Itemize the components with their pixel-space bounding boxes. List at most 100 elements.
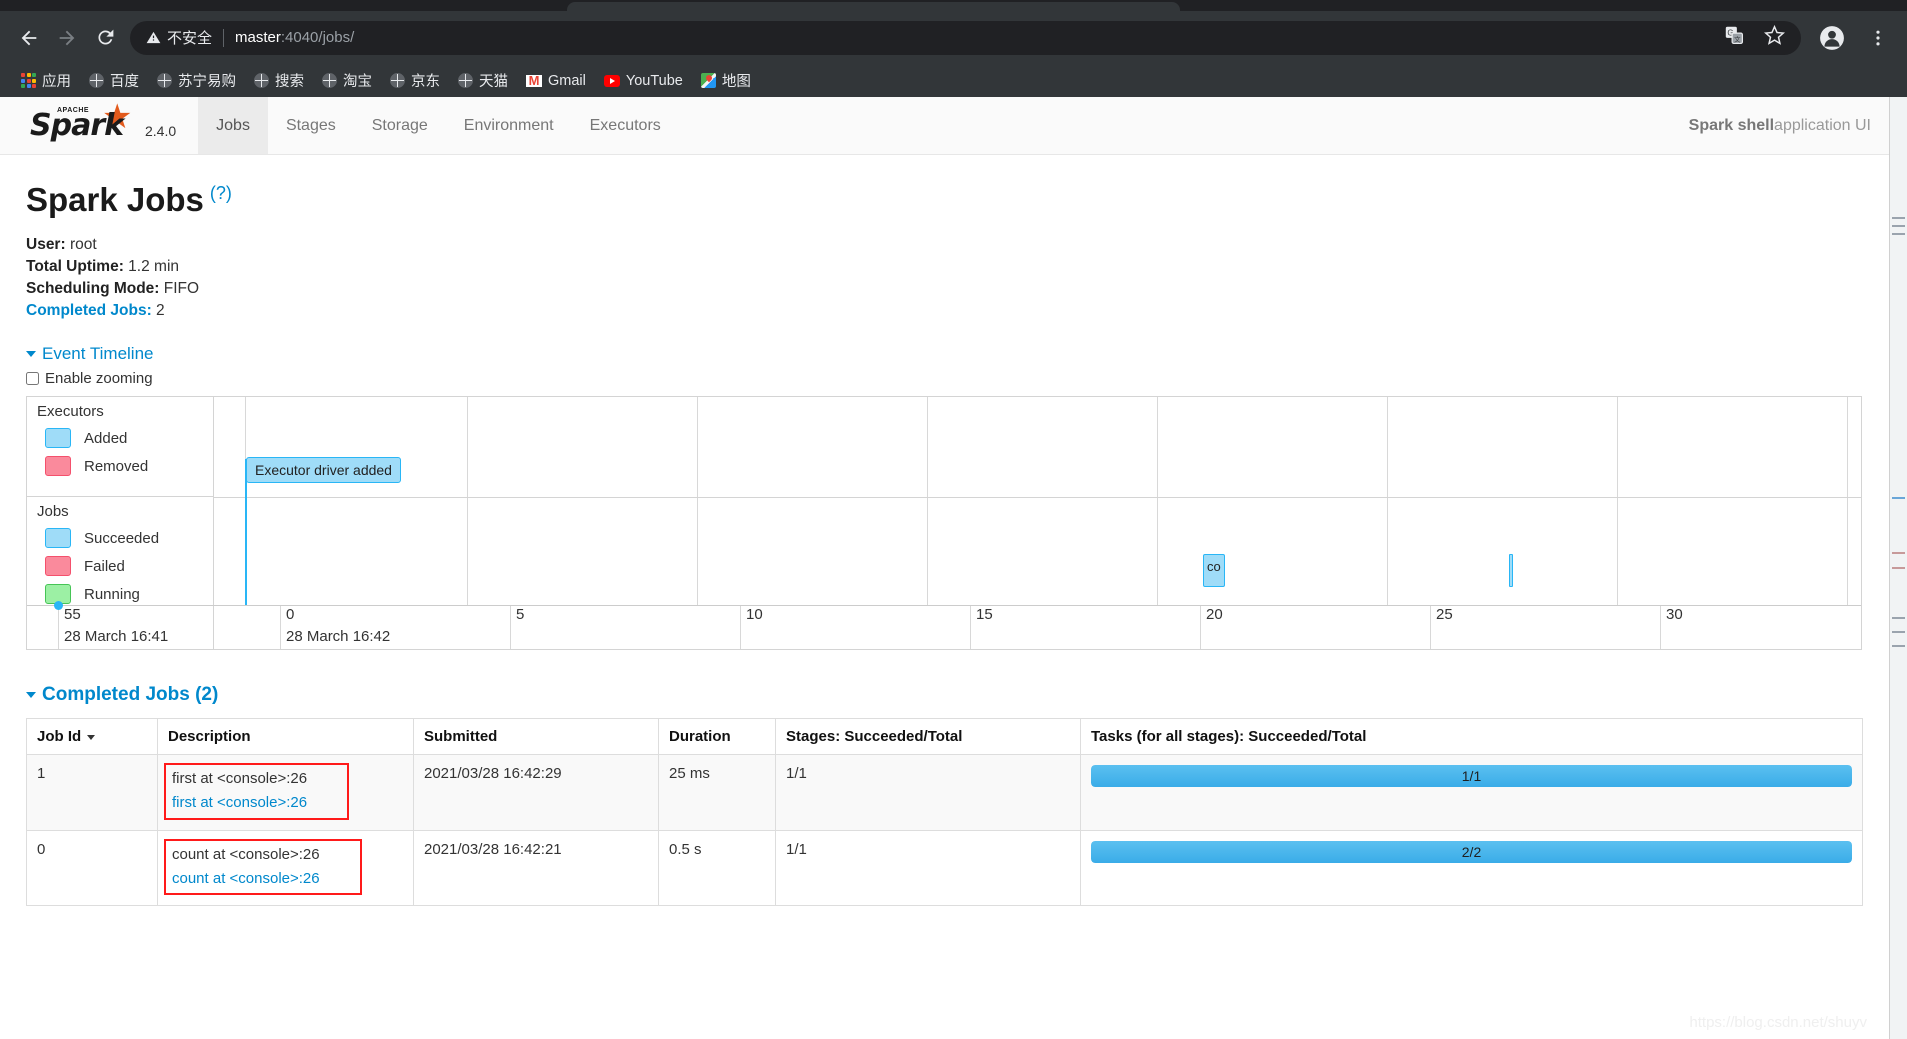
table-row[interactable]: 0 count at <console>:26 count at <consol…	[26, 829, 1863, 906]
cell-tasks: 2/2	[1080, 829, 1863, 906]
bookmark-suning[interactable]: 苏宁易购	[148, 67, 245, 94]
legend-item-failed: Failed	[37, 552, 213, 580]
cell-description: count at <console>:26 count at <console>…	[157, 829, 414, 906]
summary-value: FIFO	[159, 280, 200, 297]
star-icon[interactable]	[1763, 24, 1786, 51]
tab-storage[interactable]: Storage	[354, 97, 446, 154]
active-browser-tab[interactable]	[567, 2, 1180, 11]
axis-num: 15	[976, 606, 993, 623]
tasks-progress-bar: 1/1	[1091, 765, 1852, 787]
tab-stages[interactable]: Stages	[268, 97, 354, 154]
completed-jobs-table: Job Id Description Submitted Duration St…	[26, 718, 1863, 906]
bookmark-label: YouTube	[625, 72, 683, 89]
progress-label: 2/2	[1461, 843, 1482, 860]
event-dot-icon	[54, 601, 63, 610]
axis-num: 20	[1206, 606, 1223, 623]
bookmark-jd[interactable]: 京东	[381, 67, 449, 94]
column-header-submitted[interactable]: Submitted	[413, 718, 659, 755]
description-link[interactable]: count at <console>:26	[172, 869, 320, 889]
tab-executors[interactable]: Executors	[572, 97, 679, 154]
legend-item-succeeded: Succeeded	[37, 524, 213, 552]
three-dot-menu-icon[interactable]	[1859, 19, 1897, 57]
completed-jobs-toggle[interactable]: Completed Jobs (2)	[26, 684, 1863, 706]
account-avatar-icon[interactable]	[1813, 19, 1851, 57]
axis-num: 30	[1666, 606, 1683, 623]
browser-tab-strip	[0, 0, 1907, 11]
legend-label-succeeded: Succeeded	[84, 529, 160, 547]
tick-mark	[1430, 606, 1431, 649]
bookmark-tmall[interactable]: 天猫	[449, 67, 517, 94]
summary-value: 2	[151, 302, 165, 319]
page-title-text: Spark Jobs	[26, 181, 204, 218]
enable-zooming-label[interactable]: Enable zooming	[45, 370, 153, 387]
event-timeline-chart[interactable]: Executors Added Removed Jobs Succeeded F…	[26, 396, 1862, 650]
legend-item-removed: Removed	[37, 452, 213, 480]
cell-submitted: 2021/03/28 16:42:21	[413, 829, 659, 906]
column-header-description[interactable]: Description	[157, 718, 414, 755]
legend-label-running: Running	[84, 585, 140, 603]
grid-line	[927, 397, 928, 605]
column-header-tasks[interactable]: Tasks (for all stages): Succeeded/Total	[1080, 718, 1863, 755]
axis-num: 55	[64, 606, 81, 623]
summary-total-uptime: Total Uptime: 1.2 min	[26, 256, 1863, 278]
description-link[interactable]: first at <console>:26	[172, 793, 307, 813]
column-header-duration[interactable]: Duration	[658, 718, 776, 755]
bookmark-label: 天猫	[479, 74, 508, 90]
grid-line	[1157, 397, 1158, 605]
enable-zooming-row: Enable zooming	[26, 370, 1863, 387]
cell-stages: 1/1	[775, 829, 1081, 906]
globe-icon	[390, 73, 405, 88]
grid-line	[1847, 397, 1848, 605]
description-text: first at <console>:26	[172, 770, 308, 787]
back-arrow-icon[interactable]	[10, 19, 48, 57]
summary-label: Scheduling Mode:	[26, 280, 160, 297]
timeline-event-job-first[interactable]	[1509, 554, 1513, 587]
timeline-event-executor-added[interactable]: Executor driver added	[246, 457, 401, 483]
bookmark-maps[interactable]: 地图	[692, 67, 760, 94]
translate-icon[interactable]: G文	[1725, 26, 1744, 50]
completed-jobs-section: Completed Jobs (2) Job Id Description Su…	[26, 684, 1863, 906]
spark-wordmark: Spark	[30, 108, 124, 143]
tick-mark	[740, 606, 741, 649]
axis-num: 5	[516, 606, 525, 623]
column-label: Job Id	[37, 728, 82, 745]
bookmark-apps[interactable]: 应用	[12, 67, 80, 94]
address-bar[interactable]: 不安全 master:4040/jobs/ G文	[130, 20, 1801, 55]
summary-label: User:	[26, 236, 66, 253]
table-row[interactable]: 1 first at <console>:26 first at <consol…	[26, 754, 1863, 831]
summary-completed-jobs[interactable]: Completed Jobs: 2	[26, 300, 1863, 322]
security-indicator[interactable]: 不安全	[146, 27, 212, 48]
warning-triangle-icon	[146, 31, 161, 44]
bookmark-youtube[interactable]: YouTube	[595, 70, 692, 92]
help-link-icon[interactable]: (?)	[210, 183, 232, 203]
swatch-succeeded	[45, 528, 71, 548]
grid-line	[467, 397, 468, 605]
tab-environment[interactable]: Environment	[446, 97, 572, 154]
tick-mark	[970, 606, 971, 649]
globe-icon	[157, 73, 172, 88]
event-timeline-toggle[interactable]: Event Timeline	[26, 344, 1863, 364]
summary-value: 1.2 min	[123, 258, 180, 275]
tab-jobs[interactable]: Jobs	[198, 97, 268, 154]
description-highlight-box: first at <console>:26 first at <console>…	[164, 763, 350, 820]
column-header-stages[interactable]: Stages: Succeeded/Total	[775, 718, 1081, 755]
bookmark-gmail[interactable]: M Gmail	[517, 70, 595, 92]
bookmark-taobao[interactable]: 淘宝	[313, 67, 381, 94]
security-label: 不安全	[167, 30, 213, 47]
cell-job-id: 0	[26, 829, 158, 906]
swatch-added	[45, 428, 71, 448]
bookmark-label: 京东	[411, 74, 440, 90]
timeline-event-job-count[interactable]: co	[1203, 554, 1225, 587]
cell-job-id: 1	[26, 754, 158, 831]
timeline-grid: Executor driver added co	[214, 397, 1861, 605]
bookmark-search[interactable]: 搜索	[245, 67, 313, 94]
enable-zooming-checkbox[interactable]	[26, 372, 39, 385]
forward-arrow-icon[interactable]	[48, 19, 86, 57]
spark-logo-brand[interactable]: APACHE ★ Spark 2.4.0	[0, 97, 198, 154]
application-name: Spark shell	[1688, 116, 1775, 134]
reload-icon[interactable]	[86, 19, 124, 57]
table-header-row: Job Id Description Submitted Duration St…	[26, 718, 1863, 755]
bookmark-baidu[interactable]: 百度	[80, 67, 148, 94]
column-header-job-id[interactable]: Job Id	[26, 718, 158, 755]
legend-group-jobs: Jobs Succeeded Failed Running	[27, 497, 213, 614]
